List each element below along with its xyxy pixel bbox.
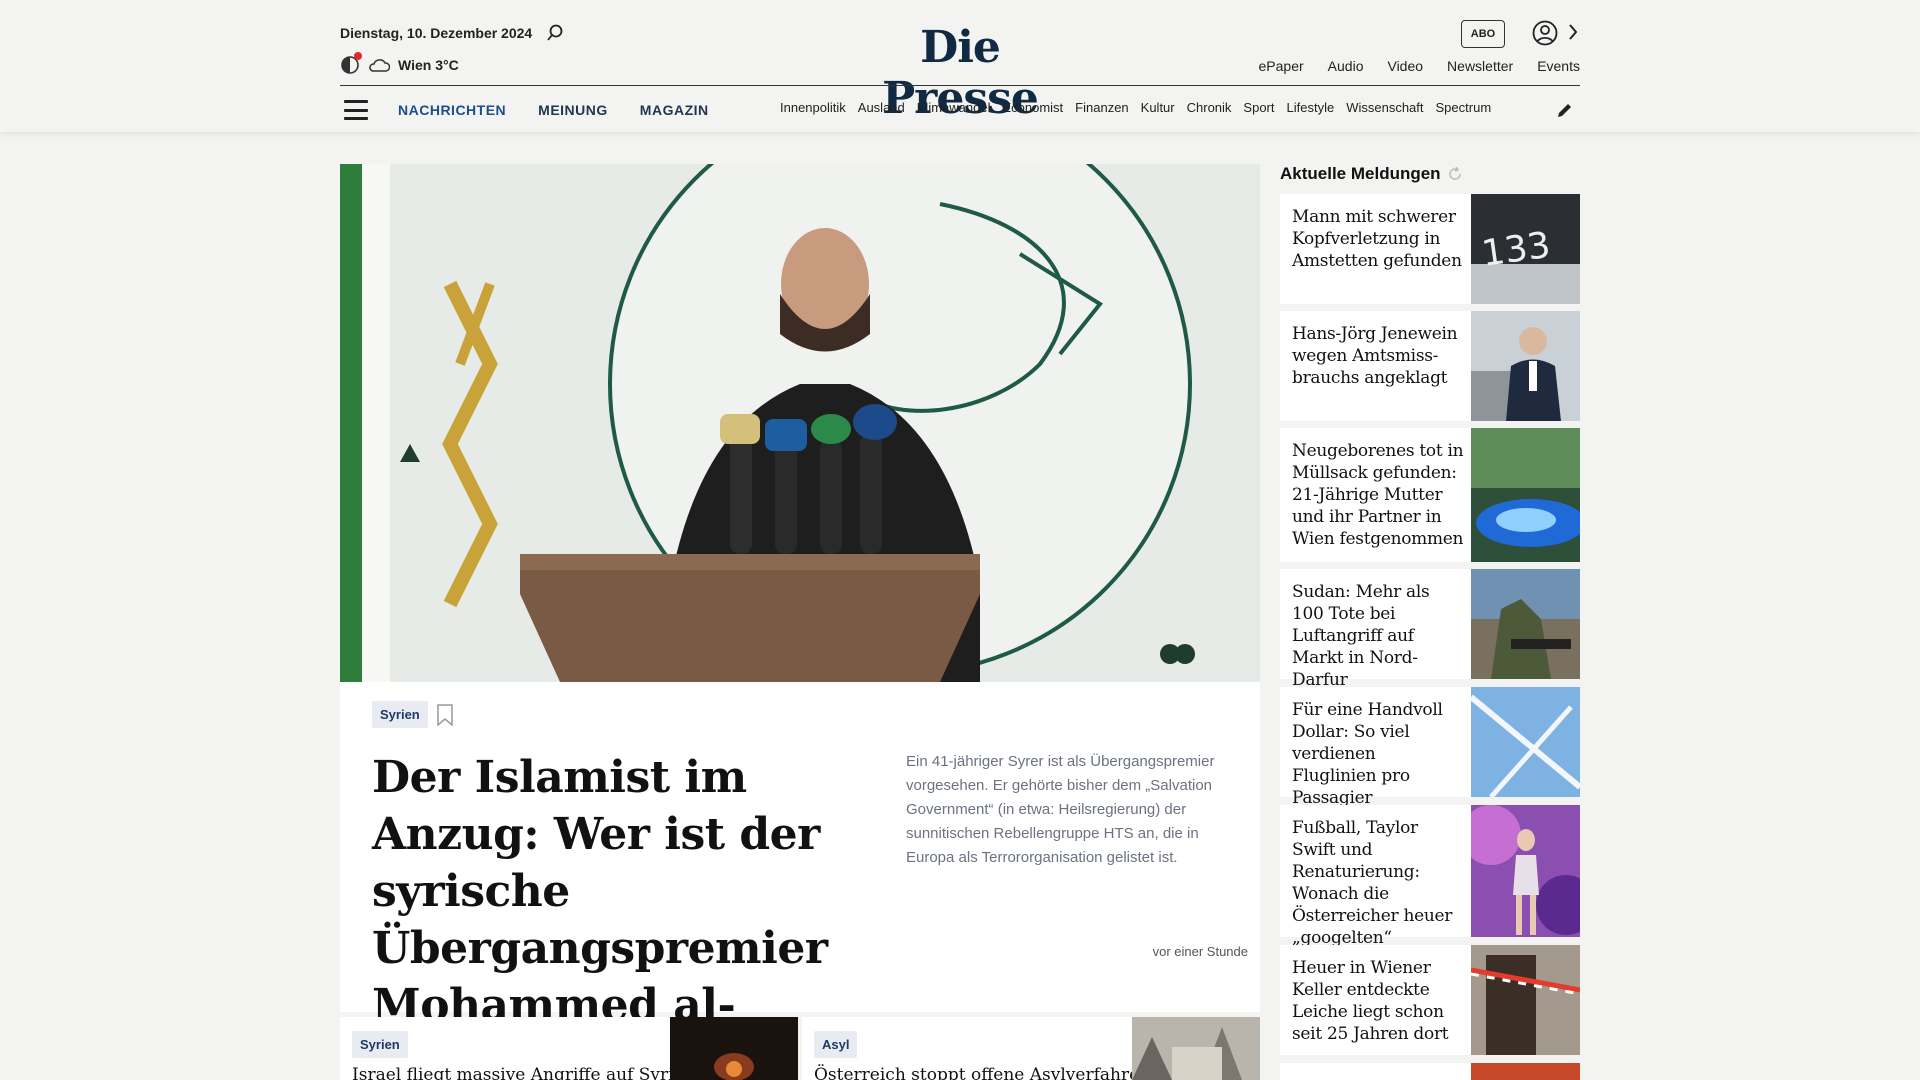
- latest-news-thumbnail: [1471, 945, 1580, 1055]
- subnav-innenpolitik[interactable]: Innenpolitik: [780, 100, 846, 115]
- latest-news-thumbnail: [1471, 428, 1580, 562]
- current-date: Dienstag, 10. Dezember 2024: [340, 25, 533, 41]
- nav-meinung[interactable]: MEINUNG: [538, 102, 608, 118]
- subnav-kultur[interactable]: Kultur: [1141, 100, 1175, 115]
- latest-news-title-text: Fußball, Taylor Swift und Renaturierung:…: [1292, 818, 1453, 948]
- latest-news-title-text: Hans-Jörg Jenewein wegen Amtsmiss­brauch…: [1292, 324, 1458, 388]
- card-headline[interactable]: Österreich stoppt offene Asylverfahren: [814, 1065, 1150, 1080]
- card-thumbnail: [1132, 1017, 1260, 1080]
- subnav-klimawandel[interactable]: Klimawandel: [917, 100, 991, 115]
- header-divider: [340, 85, 1580, 86]
- weather-text: Wien 3°C: [398, 57, 459, 73]
- nav-magazin[interactable]: MAGAZIN: [640, 102, 709, 118]
- card-category-tag[interactable]: Syrien: [352, 1031, 408, 1058]
- refresh-icon[interactable]: [1447, 166, 1463, 182]
- link-video[interactable]: Video: [1387, 58, 1423, 74]
- article-card[interactable]: Asyl Österreich stoppt offene Asylverfah…: [802, 1017, 1260, 1080]
- latest-news-thumbnail: [1471, 805, 1580, 937]
- pencil-icon[interactable]: [1556, 101, 1574, 119]
- cloud-icon: [369, 59, 390, 72]
- main-nav-items: NACHRICHTEN MEINUNG MAGAZIN: [398, 102, 709, 118]
- latest-news-item[interactable]: Mann mit schwerer Kopfverletzung in Amst…: [1280, 194, 1580, 304]
- latest-news-item[interactable]: Für eine Handvoll Dollar: So viel verdie…: [1280, 687, 1580, 808]
- latest-news-title: Aktuelle Meldungen: [1280, 164, 1463, 184]
- user-icon[interactable]: [1532, 20, 1558, 46]
- hamburger-menu-icon[interactable]: [344, 100, 368, 120]
- link-audio[interactable]: Audio: [1328, 58, 1364, 74]
- latest-news-thumbnail: [1471, 569, 1580, 679]
- notification-dot: [354, 52, 362, 60]
- latest-news-title-text: Sudan: Mehr als 100 Tote bei Luftangriff…: [1292, 582, 1430, 690]
- link-events[interactable]: Events: [1537, 58, 1580, 74]
- chevron-right-icon[interactable]: [1566, 22, 1580, 42]
- dark-mode-icon[interactable]: [340, 52, 362, 75]
- latest-news-title-text: Neugeborenes tot in Müllsack gefunden: 2…: [1292, 441, 1464, 549]
- date-row: Dienstag, 10. Dezember 2024: [340, 24, 564, 42]
- card-thumbnail: [670, 1017, 798, 1080]
- latest-news-title-text: Heuer in Wiener Keller entdeckte Leiche …: [1292, 958, 1449, 1044]
- subnav-chronik[interactable]: Chronik: [1187, 100, 1232, 115]
- search-icon[interactable]: [546, 24, 564, 42]
- subnav-wissenschaft[interactable]: Wissenschaft: [1346, 100, 1423, 115]
- subnav-lifestyle[interactable]: Lifestyle: [1287, 100, 1335, 115]
- latest-news-item[interactable]: Hans-Jörg Jenewein wegen Amtsmiss­brauch…: [1280, 311, 1580, 421]
- weather-widget[interactable]: Wien 3°C: [340, 52, 459, 75]
- card-headline[interactable]: Israel fliegt massive Angriffe auf Syrie…: [352, 1065, 700, 1080]
- latest-news-item[interactable]: Fußball, Taylor Swift und Renaturierung:…: [1280, 805, 1580, 948]
- hero-timestamp: vor einer Stunde: [1152, 944, 1248, 959]
- subnav-finanzen[interactable]: Finanzen: [1075, 100, 1128, 115]
- latest-news-heading: Aktuelle Meldungen: [1280, 164, 1441, 183]
- subnav-spectrum[interactable]: Spectrum: [1436, 100, 1492, 115]
- hero-article[interactable]: Syrien Der Islamist im Anzug: Wer ist de…: [340, 164, 1260, 1080]
- site-header: Dienstag, 10. Dezember 2024 Wien 3°C Die…: [0, 0, 1920, 132]
- nav-nachrichten[interactable]: NACHRICHTEN: [398, 102, 506, 118]
- link-epaper[interactable]: ePaper: [1259, 58, 1304, 74]
- top-links: ePaper Audio Video Newsletter Events: [1259, 58, 1580, 74]
- abo-button[interactable]: ABO: [1461, 20, 1505, 48]
- latest-news-item[interactable]: Neugeborenes tot in Müllsack gefunden: 2…: [1280, 428, 1580, 562]
- hero-category-tag[interactable]: Syrien: [372, 701, 428, 728]
- latest-news-title-text: Mann mit schwerer Kopfverletzung in Amst…: [1292, 207, 1462, 271]
- link-newsletter[interactable]: Newsletter: [1447, 58, 1513, 74]
- bookmark-icon[interactable]: [436, 704, 454, 726]
- latest-news-item[interactable]: [1280, 1063, 1580, 1080]
- sub-nav-items: Innenpolitik Ausland Klimawandel Economi…: [780, 100, 1536, 115]
- latest-news-title-text: Für eine Handvoll Dollar: So viel verdie…: [1292, 700, 1443, 808]
- article-card[interactable]: Syrien Israel fliegt massive Angriffe au…: [340, 1017, 798, 1080]
- hero-image[interactable]: [340, 164, 1260, 682]
- card-category-tag[interactable]: Asyl: [814, 1031, 858, 1058]
- latest-news-thumbnail: [1471, 687, 1580, 797]
- latest-news-thumbnail: 133: [1471, 194, 1580, 304]
- hero-teaser: Ein 41-jähriger Syrer ist als Übergangsp…: [906, 753, 1215, 866]
- header-inner: Dienstag, 10. Dezember 2024 Wien 3°C Die…: [340, 0, 1580, 132]
- subnav-economist[interactable]: Economist: [1002, 100, 1063, 115]
- main-navigation: NACHRICHTEN MEINUNG MAGAZIN Innenpolitik…: [340, 95, 1580, 125]
- subnav-ausland[interactable]: Ausland: [858, 100, 905, 115]
- latest-news-item[interactable]: Heuer in Wiener Keller entdeckte Leiche …: [1280, 945, 1580, 1055]
- latest-news-thumbnail: [1471, 1063, 1580, 1080]
- latest-news-item[interactable]: Sudan: Mehr als 100 Tote bei Luftangriff…: [1280, 569, 1580, 690]
- subnav-sport[interactable]: Sport: [1243, 100, 1274, 115]
- latest-news-thumbnail: [1471, 311, 1580, 421]
